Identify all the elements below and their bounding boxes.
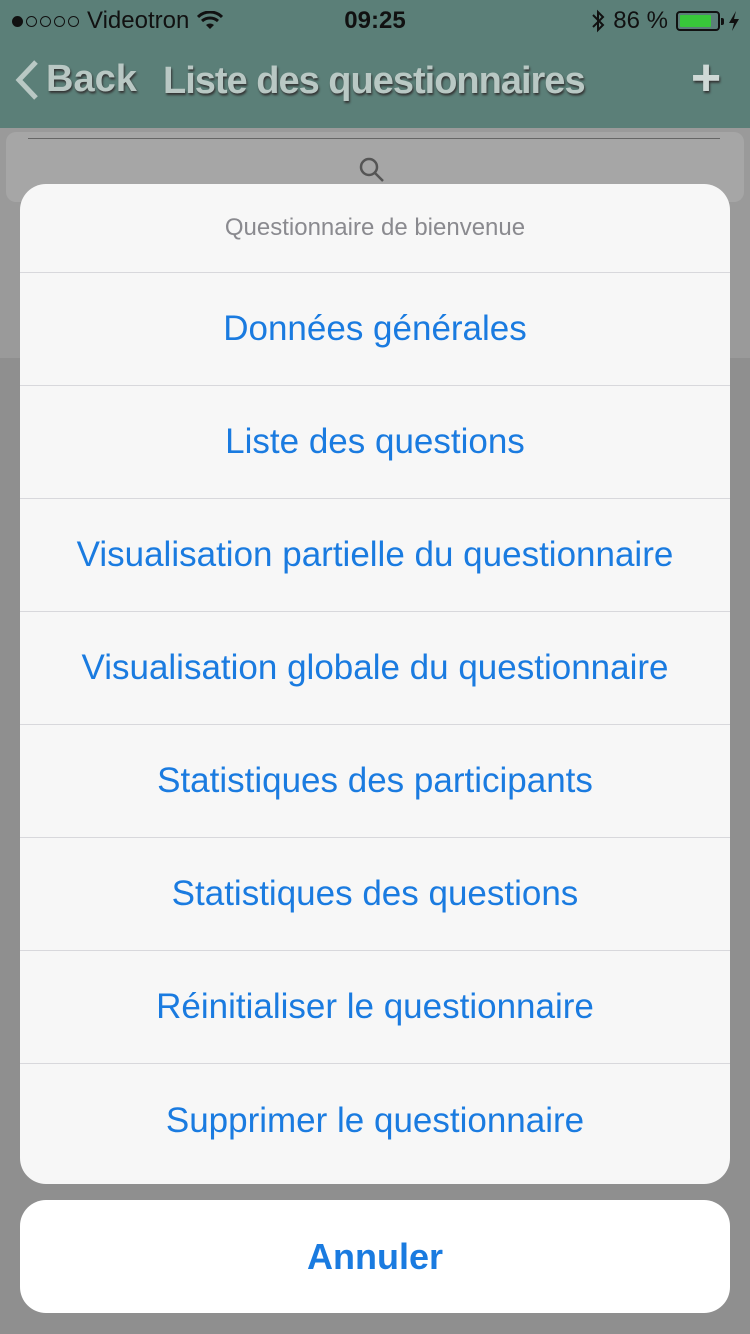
back-label: Back bbox=[46, 58, 137, 100]
navigation-bar: Back Liste des questionnaires + bbox=[0, 40, 750, 128]
action-supprimer[interactable]: Supprimer le questionnaire bbox=[20, 1064, 730, 1177]
search-icon bbox=[359, 157, 384, 182]
battery-percent: 86 % bbox=[613, 7, 668, 34]
bluetooth-icon bbox=[592, 9, 605, 33]
cancel-button[interactable]: Annuler bbox=[20, 1200, 730, 1313]
status-right: 86 % bbox=[591, 7, 740, 35]
add-button[interactable]: + bbox=[686, 52, 726, 104]
battery-icon bbox=[676, 11, 724, 31]
action-reinitialiser[interactable]: Réinitialiser le questionnaire bbox=[20, 951, 730, 1064]
divider bbox=[28, 138, 720, 139]
action-donnees-generales[interactable]: Données générales bbox=[20, 273, 730, 386]
page-title: Liste des questionnaires bbox=[163, 60, 586, 102]
action-statistiques-participants[interactable]: Statistiques des participants bbox=[20, 725, 730, 838]
charging-icon bbox=[729, 11, 739, 31]
back-button[interactable]: Back bbox=[14, 58, 137, 101]
status-bar: Videotron 09:25 86 % bbox=[0, 0, 750, 40]
action-liste-questions[interactable]: Liste des questions bbox=[20, 386, 730, 499]
action-sheet-title: Questionnaire de bienvenue bbox=[20, 184, 730, 273]
action-statistiques-questions[interactable]: Statistiques des questions bbox=[20, 838, 730, 951]
action-sheet: Questionnaire de bienvenue Données génér… bbox=[20, 184, 730, 1184]
action-visualisation-globale[interactable]: Visualisation globale du questionnaire bbox=[20, 612, 730, 725]
action-visualisation-partielle[interactable]: Visualisation partielle du questionnaire bbox=[20, 499, 730, 612]
back-chevron-icon bbox=[15, 59, 38, 100]
